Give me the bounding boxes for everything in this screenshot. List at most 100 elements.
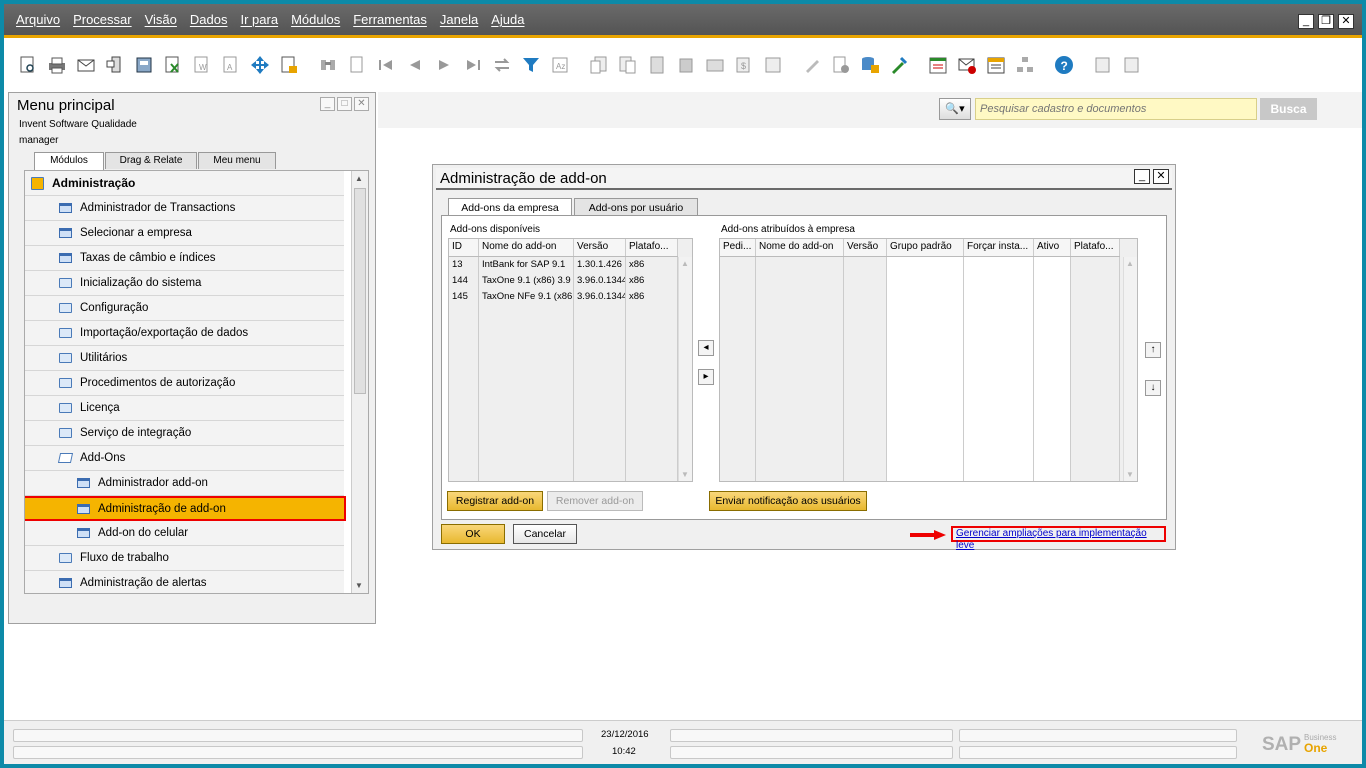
- table-row[interactable]: 144 TaxOne 9.1 (x86) 3.9 3.96.0.1344 x86: [449, 273, 678, 289]
- table-row[interactable]: [720, 417, 1120, 433]
- column-header[interactable]: Nome do add-on: [479, 239, 574, 256]
- table-row[interactable]: [720, 401, 1120, 417]
- menu-item[interactable]: Administração de add-on: [25, 496, 346, 521]
- table-row[interactable]: [720, 385, 1120, 401]
- dialog-minimize-button[interactable]: _: [1134, 169, 1150, 184]
- calculator-icon[interactable]: [647, 55, 667, 75]
- tab-meu-menu[interactable]: Meu menu: [198, 152, 276, 169]
- table-row[interactable]: [449, 305, 678, 321]
- column-header[interactable]: ID: [449, 239, 479, 256]
- ok-button[interactable]: OK: [441, 524, 505, 544]
- scroll-thumb[interactable]: [354, 188, 366, 394]
- table-row[interactable]: [449, 433, 678, 449]
- fax-icon[interactable]: [134, 55, 154, 75]
- sms-icon[interactable]: [105, 55, 125, 75]
- last-record-icon[interactable]: [463, 55, 483, 75]
- tab-addons-usuario[interactable]: Add-ons por usuário: [574, 198, 698, 216]
- menu-processar[interactable]: Processar: [73, 12, 132, 27]
- database-icon[interactable]: [860, 55, 880, 75]
- email-icon[interactable]: [76, 55, 96, 75]
- table-row[interactable]: [449, 417, 678, 433]
- alerts-icon[interactable]: [928, 55, 948, 75]
- add-icon[interactable]: [347, 55, 367, 75]
- tree-scrollbar[interactable]: ▲ ▼: [351, 171, 368, 593]
- menu-item[interactable]: Serviço de integração: [25, 421, 344, 446]
- search-button[interactable]: Busca: [1260, 98, 1317, 120]
- print-preview-icon[interactable]: [18, 55, 38, 75]
- menu-item[interactable]: Taxas de câmbio e índices: [25, 246, 344, 271]
- available-grid-scrollbar[interactable]: ▲ ▼: [678, 257, 692, 481]
- menu-item[interactable]: Inicialização do sistema: [25, 271, 344, 296]
- dialog-close-button[interactable]: ✕: [1153, 169, 1169, 184]
- column-header[interactable]: Versão: [844, 239, 887, 256]
- document-export-icon[interactable]: [1122, 55, 1142, 75]
- panel-maximize-button[interactable]: □: [337, 97, 352, 111]
- minimize-button[interactable]: _: [1298, 14, 1314, 29]
- table-row[interactable]: [449, 321, 678, 337]
- export-excel-icon[interactable]: [163, 55, 183, 75]
- table-row[interactable]: [720, 305, 1120, 321]
- table-row[interactable]: [720, 337, 1120, 353]
- menu-visao[interactable]: Visão: [145, 12, 177, 27]
- move-down-arrow-icon[interactable]: ↓: [1145, 380, 1161, 396]
- column-header[interactable]: Forçar insta...: [964, 239, 1034, 256]
- volume-weight-icon[interactable]: [763, 55, 783, 75]
- document-settings-icon[interactable]: [1093, 55, 1113, 75]
- menu-ajuda[interactable]: Ajuda: [491, 12, 524, 27]
- notify-users-button[interactable]: Enviar notificação aos usuários: [709, 491, 867, 511]
- table-row[interactable]: [720, 273, 1120, 289]
- table-row[interactable]: [449, 449, 678, 465]
- menu-item[interactable]: Administração de alertas: [25, 571, 344, 593]
- menu-item[interactable]: Add-Ons: [25, 446, 344, 471]
- menu-item[interactable]: Add-on do celular: [25, 521, 344, 546]
- panel-close-button[interactable]: ✕: [354, 97, 369, 111]
- table-row[interactable]: [720, 353, 1120, 369]
- move-left-arrow-icon[interactable]: ◂: [698, 340, 714, 356]
- menu-item[interactable]: Administrador de Transactions: [25, 196, 344, 221]
- refresh-icon[interactable]: [492, 55, 512, 75]
- scroll-down-arrow-icon[interactable]: ▼: [355, 581, 363, 590]
- table-row[interactable]: [720, 321, 1120, 337]
- table-row[interactable]: [449, 401, 678, 417]
- menu-item[interactable]: Selecionar a empresa: [25, 221, 344, 246]
- search-scope-dropdown[interactable]: 🔍▾: [939, 98, 971, 120]
- tools-icon[interactable]: [889, 55, 909, 75]
- menu-item[interactable]: Administração: [25, 171, 344, 196]
- menu-item[interactable]: Utilitários: [25, 346, 344, 371]
- sort-icon[interactable]: Az: [550, 55, 570, 75]
- table-row[interactable]: [720, 257, 1120, 273]
- find-icon[interactable]: [318, 55, 338, 75]
- transaction-journal-icon[interactable]: [676, 55, 696, 75]
- table-row[interactable]: 13 IntBank for SAP 9.1 1.30.1.426 x86: [449, 257, 678, 273]
- filter-icon[interactable]: [521, 55, 541, 75]
- menu-item[interactable]: Licença: [25, 396, 344, 421]
- menu-ir-para[interactable]: Ir para: [240, 12, 278, 27]
- menu-arquivo[interactable]: Arquivo: [16, 12, 60, 27]
- print-icon[interactable]: [47, 55, 67, 75]
- search-input[interactable]: [975, 98, 1257, 120]
- move-up-arrow-icon[interactable]: ↑: [1145, 342, 1161, 358]
- form-settings-icon[interactable]: [831, 55, 851, 75]
- cancel-button[interactable]: Cancelar: [513, 524, 577, 544]
- export-pdf-icon[interactable]: A: [221, 55, 241, 75]
- assigned-grid-scrollbar[interactable]: ▲ ▼: [1123, 257, 1137, 481]
- base-document-icon[interactable]: [589, 55, 609, 75]
- export-word-icon[interactable]: W: [192, 55, 212, 75]
- column-header[interactable]: Pedi...: [720, 239, 756, 256]
- table-row[interactable]: [449, 369, 678, 385]
- menu-modulos[interactable]: Módulos: [291, 12, 340, 27]
- table-row[interactable]: [720, 289, 1120, 305]
- table-row[interactable]: [720, 465, 1120, 481]
- menu-janela[interactable]: Janela: [440, 12, 478, 27]
- menu-item[interactable]: Procedimentos de autorização: [25, 371, 344, 396]
- first-record-icon[interactable]: [376, 55, 396, 75]
- menu-item[interactable]: Configuração: [25, 296, 344, 321]
- table-row[interactable]: [449, 353, 678, 369]
- scroll-up-arrow-icon[interactable]: ▲: [355, 174, 363, 183]
- column-header[interactable]: Grupo padrão: [887, 239, 964, 256]
- tab-drag-relate[interactable]: Drag & Relate: [105, 152, 197, 169]
- menu-item[interactable]: Administrador add-on: [25, 471, 344, 496]
- target-document-icon[interactable]: [618, 55, 638, 75]
- register-addon-button[interactable]: Registrar add-on: [447, 491, 543, 511]
- column-header[interactable]: Nome do add-on: [756, 239, 844, 256]
